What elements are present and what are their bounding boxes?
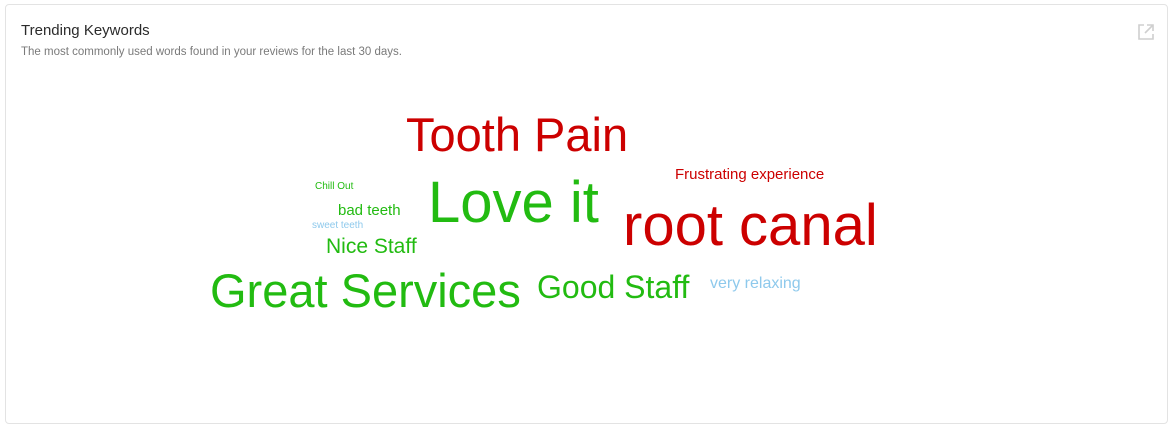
trending-keywords-card: Trending Keywords The most commonly used… — [5, 4, 1168, 424]
keyword-very-relaxing[interactable]: very relaxing — [710, 276, 801, 292]
keyword-tooth-pain[interactable]: Tooth Pain — [406, 111, 628, 158]
keyword-love-it[interactable]: Love it — [428, 174, 599, 232]
keyword-frustrating-experience[interactable]: Frustrating experience — [675, 167, 824, 182]
keyword-chill-out[interactable]: Chill Out — [315, 182, 353, 192]
keyword-root-canal[interactable]: root canal — [623, 197, 878, 255]
keyword-nice-staff[interactable]: Nice Staff — [326, 236, 417, 257]
keyword-sweet-teeth[interactable]: sweet teeth — [312, 221, 363, 231]
keyword-good-staff[interactable]: Good Staff — [537, 271, 689, 303]
keyword-great-services[interactable]: Great Services — [210, 267, 521, 314]
word-cloud: Tooth Pain Frustrating experience Chill … — [6, 5, 1167, 423]
keyword-bad-teeth[interactable]: bad teeth — [338, 203, 401, 218]
